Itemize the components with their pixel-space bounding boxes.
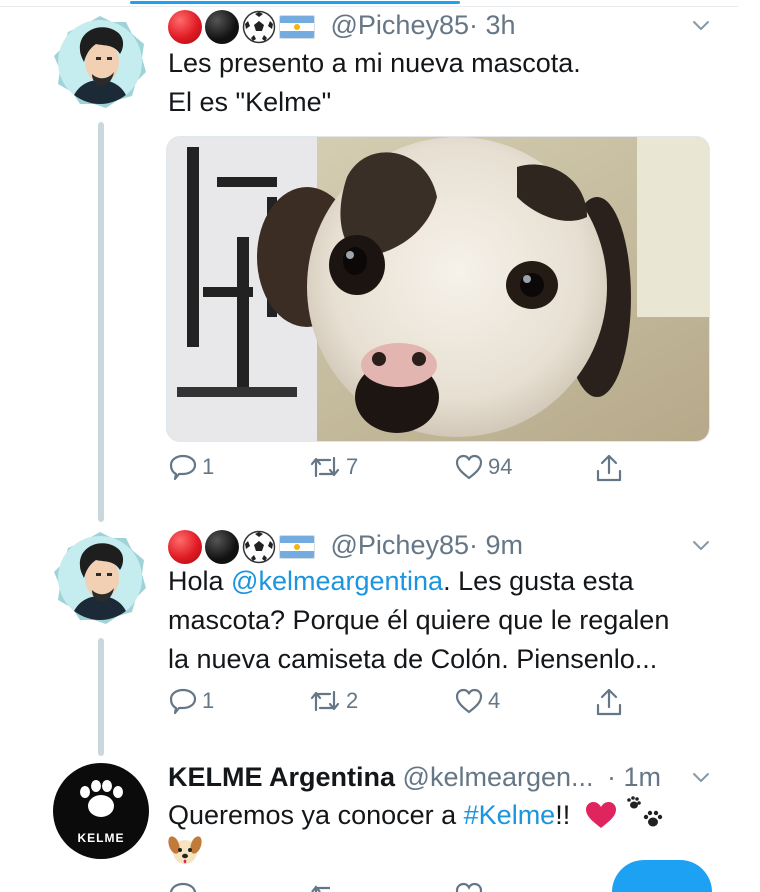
tweet-text-line: mascota? Porque él quiere que le regalen [168, 605, 670, 635]
share-icon [596, 688, 622, 716]
share-button[interactable] [594, 452, 624, 484]
argentina-flag-icon [279, 534, 315, 559]
retweet-count: 2 [346, 688, 359, 713]
tweet-actions: 1 7 94 [168, 452, 638, 492]
reply-button[interactable]: 1 [168, 452, 214, 482]
tweet-actions [168, 880, 638, 892]
soccer-ball-icon [242, 10, 276, 44]
tweet-text-line: Hola @kelmeargentina. Les gusta esta [168, 562, 669, 601]
text-fragment: Hola [168, 566, 232, 596]
reply-icon [169, 688, 197, 715]
tweet-actions: 1 2 4 [168, 686, 638, 726]
red-heart-icon [585, 802, 616, 828]
dog-face-icon [168, 836, 202, 864]
tweet-text: Hola @kelmeargentina. Les gusta esta mas… [168, 562, 669, 679]
retweet-button[interactable] [308, 880, 342, 892]
avatar[interactable]: KELME [52, 762, 149, 859]
tweet-timestamp[interactable]: · 1m [607, 762, 661, 792]
text-fragment: Queremos ya conocer a [168, 800, 464, 830]
text-fragment: . Les gusta esta [443, 566, 634, 596]
reply-count: 1 [202, 688, 215, 713]
tweet-text: Les presento a mi nueva mascota. El es "… [168, 44, 581, 122]
tweet-timestamp[interactable]: · 9m [469, 530, 523, 560]
tweet-handle[interactable]: @Pichey85 [331, 530, 469, 560]
tweet-author-name[interactable]: KELME Argentina [168, 762, 395, 792]
like-icon [455, 688, 483, 714]
like-count: 4 [488, 688, 501, 713]
like-button[interactable] [454, 880, 484, 892]
chevron-down-icon[interactable] [690, 766, 712, 788]
kelme-logo-text: KELME [78, 831, 125, 845]
black-circle-icon [205, 529, 239, 564]
paw-prints-icon [627, 796, 663, 827]
reply-button[interactable]: 1 [168, 686, 214, 716]
reply-icon [170, 882, 196, 892]
retweet-count: 7 [346, 454, 359, 479]
like-icon [455, 882, 483, 892]
share-button[interactable] [594, 686, 624, 718]
red-circle-icon [168, 9, 202, 44]
compose-tweet-button[interactable] [612, 860, 712, 892]
retweet-icon [310, 690, 340, 712]
tweet-header: @Pichey85· 3h [168, 8, 516, 44]
black-circle-icon [205, 9, 239, 44]
share-icon [596, 454, 622, 482]
tweet-timestamp[interactable]: · 3h [469, 10, 516, 40]
name-emoji-flair [168, 9, 315, 44]
retweet-icon [310, 456, 340, 478]
tweet-text-line: la nueva camiseta de Colón. Piensenlo... [168, 644, 658, 674]
tweet-header: @Pichey85· 9m [168, 528, 523, 564]
like-button[interactable]: 4 [454, 686, 500, 716]
thread-connector [98, 638, 104, 756]
progress-highlight [130, 1, 460, 4]
chevron-down-icon[interactable] [690, 14, 712, 36]
top-progress-bar [0, 0, 760, 8]
avatar[interactable] [52, 530, 148, 626]
name-emoji-flair [168, 529, 315, 564]
tweet-handle[interactable]: @Pichey85 [331, 10, 469, 40]
tweet-text-line: El es "Kelme" [168, 87, 332, 117]
text-fragment: !! [555, 800, 571, 830]
tweet-text-line [168, 833, 665, 878]
retweet-button[interactable]: 2 [308, 686, 358, 716]
reply-button[interactable] [168, 880, 198, 892]
tweet-text: Queremos ya conocer a #Kelme!! [168, 796, 665, 878]
chevron-down-icon[interactable] [690, 534, 712, 556]
like-icon [455, 454, 483, 480]
retweet-icon [311, 885, 330, 892]
tweet-text-line: Queremos ya conocer a #Kelme!! [168, 796, 665, 835]
mention-link[interactable]: @kelmeargentina [231, 566, 443, 596]
reply-count: 1 [202, 454, 215, 479]
reply-icon [169, 454, 197, 481]
red-circle-icon [168, 529, 202, 564]
hashtag-link[interactable]: #Kelme [464, 800, 556, 830]
soccer-ball-icon [242, 530, 276, 564]
like-button[interactable]: 94 [454, 452, 512, 482]
tweet-media-image[interactable] [166, 136, 710, 442]
like-count: 94 [488, 454, 513, 479]
retweet-button[interactable]: 7 [308, 452, 358, 482]
tweet-handle[interactable]: @kelmeargen... [403, 762, 594, 792]
divider [0, 6, 738, 7]
avatar[interactable] [52, 14, 148, 110]
thread-connector [98, 122, 104, 522]
tweet-header: KELME Argentina @kelmeargen... · 1m [168, 760, 661, 794]
tweet-text-line: Les presento a mi nueva mascota. [168, 48, 581, 78]
argentina-flag-icon [279, 14, 315, 39]
